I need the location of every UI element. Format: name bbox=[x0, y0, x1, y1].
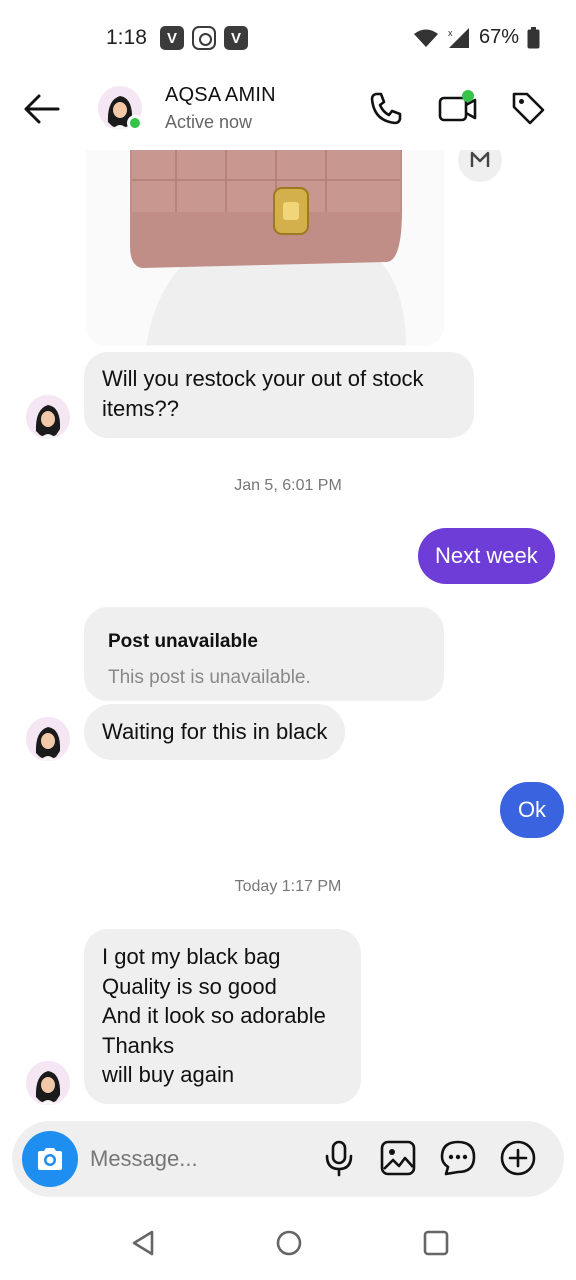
avatar-illustration bbox=[26, 395, 70, 439]
message-thread: Will you restock your out of stock items… bbox=[0, 138, 576, 1120]
status-right: x 67% bbox=[413, 26, 540, 49]
camera-icon bbox=[38, 1148, 62, 1170]
sender-avatar[interactable] bbox=[26, 395, 70, 439]
video-call-icon[interactable] bbox=[438, 90, 478, 126]
message-line: Thanks bbox=[102, 1032, 175, 1058]
unavailable-post-card[interactable]: Post unavailable This post is unavailabl… bbox=[84, 607, 444, 701]
outgoing-message-bubble[interactable]: Next week bbox=[418, 528, 555, 584]
avatar-illustration bbox=[26, 717, 70, 761]
add-plus-icon[interactable] bbox=[499, 1139, 537, 1177]
incoming-message-bubble[interactable]: Waiting for this in black bbox=[84, 704, 346, 760]
sender-avatar[interactable] bbox=[26, 717, 70, 761]
camera-button[interactable] bbox=[22, 1131, 78, 1187]
online-indicator bbox=[127, 115, 143, 131]
incoming-message-bubble[interactable]: Will you restock your out of stock items… bbox=[84, 352, 474, 438]
message-line: Quality is so good bbox=[102, 973, 277, 999]
sticker-chat-icon[interactable] bbox=[439, 1139, 477, 1177]
app-v-icon-2: V bbox=[224, 26, 248, 50]
shared-product-image[interactable] bbox=[86, 150, 444, 346]
sender-avatar[interactable] bbox=[26, 1061, 70, 1105]
date-separator: Today 1:17 PM bbox=[234, 878, 342, 895]
contact-name[interactable]: AQSA AMIN bbox=[165, 84, 276, 107]
message-text: Waiting for this in black bbox=[102, 719, 328, 744]
wifi-icon bbox=[413, 29, 438, 47]
battery-icon bbox=[527, 26, 540, 48]
pink-handbag-image bbox=[86, 150, 444, 346]
gallery-icon[interactable] bbox=[379, 1139, 417, 1177]
share-icon bbox=[470, 151, 490, 167]
nav-back-icon[interactable] bbox=[128, 1228, 158, 1258]
message-line: will buy again bbox=[102, 1062, 235, 1087]
message-composer bbox=[12, 1121, 564, 1197]
microphone-icon[interactable] bbox=[320, 1139, 358, 1177]
message-input[interactable] bbox=[90, 1141, 290, 1177]
message-line: And it look so adorable bbox=[102, 1003, 326, 1028]
avatar-illustration bbox=[26, 1061, 70, 1105]
svg-text:x: x bbox=[448, 28, 453, 38]
date-separator: Jan 5, 6:01 PM bbox=[234, 477, 342, 494]
incoming-message-bubble[interactable]: I got my black bag Quality is so good An… bbox=[84, 929, 361, 1104]
nav-recents-icon[interactable] bbox=[421, 1228, 451, 1258]
post-title: Post unavailable bbox=[108, 631, 258, 652]
phone-call-icon[interactable] bbox=[368, 90, 404, 126]
post-subtitle: This post is unavailable. bbox=[108, 667, 311, 688]
battery-percent: 67% bbox=[478, 26, 519, 48]
message-text: Ok bbox=[517, 797, 547, 822]
status-time: 1:18 bbox=[106, 26, 147, 49]
status-bar: 1:18 V V x 67% bbox=[0, 0, 576, 72]
system-navigation-bar bbox=[0, 1200, 576, 1280]
cellular-signal-icon: x bbox=[448, 27, 469, 48]
active-status: Active now bbox=[165, 112, 253, 132]
message-text: Will you restock your out of stock items… bbox=[102, 366, 424, 421]
message-text: Next week bbox=[435, 543, 538, 568]
instagram-notification-icon bbox=[192, 26, 216, 50]
outgoing-message-bubble[interactable]: Ok bbox=[500, 782, 564, 838]
notification-icons: V V bbox=[160, 26, 248, 50]
message-line: I got my black bag bbox=[102, 944, 281, 969]
nav-home-icon[interactable] bbox=[274, 1228, 304, 1258]
tag-icon[interactable] bbox=[510, 90, 546, 126]
back-arrow-icon[interactable] bbox=[22, 92, 62, 126]
chat-header: AQSA AMIN Active now bbox=[0, 72, 576, 150]
app-v-icon: V bbox=[160, 26, 184, 50]
